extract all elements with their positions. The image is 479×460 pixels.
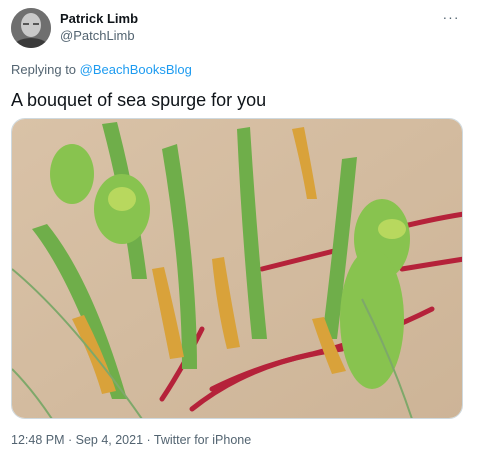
tweet-text: A bouquet of sea spurge for you <box>11 90 267 110</box>
avatar[interactable] <box>11 8 51 48</box>
more-options-icon[interactable]: ··· <box>439 9 463 25</box>
avatar-photo <box>11 8 51 48</box>
reply-mention-link[interactable]: @BeachBooksBlog <box>80 62 192 77</box>
tweet-timestamp[interactable]: 12:48 PM · Sep 4, 2021 · Twitter for iPh… <box>11 433 251 447</box>
replying-to-label: Replying to <box>11 62 80 77</box>
replying-to: Replying to @BeachBooksBlog <box>11 62 192 77</box>
author-name[interactable]: Patrick Limb <box>60 11 138 26</box>
sea-spurge-photo <box>12 119 462 418</box>
author-handle[interactable]: @PatchLimb <box>60 28 135 43</box>
tweet-photo[interactable] <box>11 118 463 419</box>
